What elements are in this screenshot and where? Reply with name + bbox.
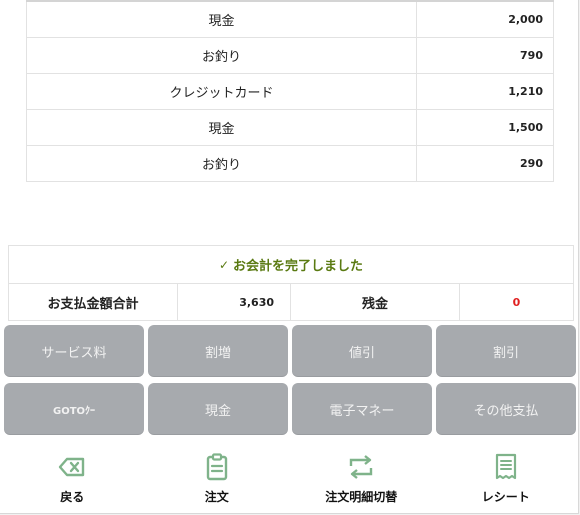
receipt-icon — [494, 452, 518, 482]
remaining-label: 残金 — [291, 284, 460, 320]
service-charge-button[interactable]: サービス料 — [4, 325, 144, 377]
payment-method: 現金 — [27, 110, 417, 145]
surcharge-button[interactable]: 割増 — [148, 325, 288, 377]
payment-method: お釣り — [27, 38, 417, 73]
backspace-icon — [58, 452, 86, 482]
payment-row: 現金 1,500 — [26, 110, 554, 146]
payment-amount: 1,500 — [508, 121, 543, 134]
other-payment-button[interactable]: その他支払 — [436, 383, 576, 435]
payment-method: クレジットカード — [27, 74, 417, 109]
nav-order[interactable]: 注文 — [145, 448, 290, 508]
e-money-button[interactable]: 電子マネー — [292, 383, 432, 435]
totals-row: お支払金額合計 3,630 残金 0 — [9, 284, 573, 320]
action-keypad: サービス料 割増 値引 割引 GOTOｸｰ 現金 電子マネー その他支払 — [4, 325, 576, 435]
payment-list: 現金 2,000 お釣り 790 クレジットカード 1,210 現金 1,500… — [26, 0, 554, 182]
payment-amount: 290 — [520, 157, 543, 170]
payment-row: お釣り 290 — [26, 146, 554, 182]
payment-amount: 1,210 — [508, 85, 543, 98]
percent-discount-button[interactable]: 割引 — [436, 325, 576, 377]
payment-summary: ✓ お会計を完了しました お支払金額合計 3,630 残金 0 — [8, 245, 574, 321]
nav-back-label: 戻る — [60, 490, 85, 504]
bottom-nav: 戻る 注文 注文明細切替 レシート — [0, 448, 578, 508]
price-discount-button[interactable]: 値引 — [292, 325, 432, 377]
payment-method: お釣り — [27, 146, 417, 181]
payment-row: クレジットカード 1,210 — [26, 74, 554, 110]
total-label: お支払金額合計 — [9, 284, 178, 320]
nav-back[interactable]: 戻る — [0, 448, 145, 508]
payment-method: 現金 — [27, 2, 417, 37]
nav-switch-details-label: 注文明細切替 — [325, 490, 398, 504]
cash-button[interactable]: 現金 — [148, 383, 288, 435]
payment-panel: 現金 2,000 お釣り 790 クレジットカード 1,210 現金 1,500… — [0, 0, 579, 514]
remaining-value: 0 — [512, 295, 521, 309]
status-message: ✓ お会計を完了しました — [9, 246, 573, 284]
check-icon: ✓ — [218, 257, 230, 272]
nav-receipt-label: レシート — [481, 490, 530, 504]
status-text: お会計を完了しました — [233, 259, 364, 274]
repeat-icon — [347, 452, 375, 482]
nav-switch-details[interactable]: 注文明細切替 — [289, 448, 434, 508]
payment-amount: 2,000 — [508, 13, 543, 26]
payment-row: お釣り 790 — [26, 38, 554, 74]
total-value: 3,630 — [178, 284, 291, 320]
nav-order-label: 注文 — [204, 490, 229, 504]
nav-receipt[interactable]: レシート — [434, 448, 579, 508]
goto-coupon-button[interactable]: GOTOｸｰ — [4, 383, 144, 435]
payment-row: 現金 2,000 — [26, 2, 554, 38]
clipboard-icon — [206, 452, 228, 482]
payment-amount: 790 — [520, 49, 543, 62]
